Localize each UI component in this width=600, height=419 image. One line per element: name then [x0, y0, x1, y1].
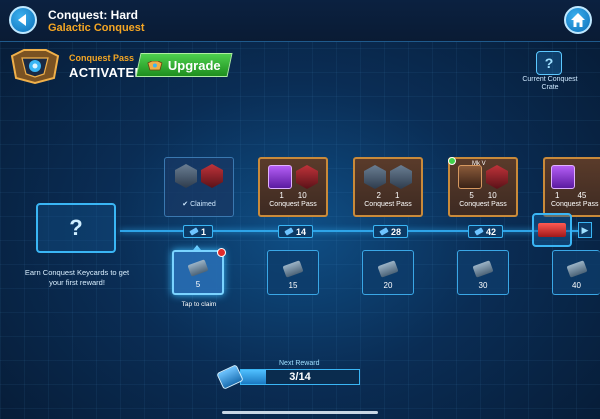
character-shard-icon: [175, 164, 197, 188]
reward-qty: 1: [279, 191, 284, 200]
home-indicator: [222, 411, 378, 414]
tier-node-3: 28: [373, 225, 409, 238]
free-reward-box[interactable]: 20: [362, 250, 414, 295]
start-reward-box: ?: [36, 203, 116, 253]
purple-gear-icon: [551, 165, 575, 189]
conquest-pass-label: Conquest Pass: [69, 53, 135, 63]
mod-mark-label: Mk V: [472, 161, 486, 167]
tier-keycard-count: 28: [391, 226, 402, 237]
free-reward-box[interactable]: 30: [457, 250, 509, 295]
conquest-pass-tag: Conquest Pass: [269, 201, 317, 208]
tier-card-pass[interactable]: 1 45 Conquest Pass: [543, 157, 600, 217]
next-reward-progress-bar: 3/14: [240, 369, 360, 385]
free-reward-box-active[interactable]: 5: [172, 248, 226, 295]
checkmark-icon: ✔: [182, 201, 189, 208]
reward-qty: 2: [376, 191, 381, 200]
reward-qty: 20: [383, 281, 393, 290]
current-conquest-crate-label: Current Conquest Crate: [522, 76, 578, 91]
conquest-pass-icon: [147, 60, 163, 70]
milestone-crate[interactable]: [532, 213, 572, 247]
notification-dot: [217, 248, 226, 257]
reward-qty: 5: [195, 280, 201, 289]
reward-qty: 10: [297, 191, 307, 200]
tier-card-pass[interactable]: 1 10 Conquest Pass: [258, 157, 328, 217]
question-mark-icon: ?: [544, 55, 554, 71]
keycard-icon: [379, 227, 389, 236]
tap-to-claim-label: Tap to claim: [181, 301, 217, 308]
progress-text: 3/14: [289, 371, 311, 383]
conquest-pass-emblem: [10, 49, 60, 84]
reward-qty: 5: [469, 191, 474, 200]
back-arrow-icon: [18, 14, 26, 26]
current-conquest-crate-button[interactable]: ?: [536, 51, 562, 75]
conquest-pass-tag: Conquest Pass: [364, 201, 412, 208]
upgrade-label: Upgrade: [168, 57, 221, 73]
keycard-icon: [284, 227, 294, 236]
header-bar: Conquest: Hard Galactic Conquest: [0, 0, 600, 42]
keycard-icon: [474, 227, 484, 236]
tier-node-4: 42: [468, 225, 504, 238]
tier-node-2: 14: [278, 225, 314, 238]
upgrade-button[interactable]: Upgrade: [135, 53, 233, 77]
scroll-right-button[interactable]: ▶: [578, 222, 592, 238]
keycard-icon: [189, 227, 199, 236]
reward-qty: 15: [288, 281, 298, 290]
claimed-label: ✔ Claimed: [182, 201, 216, 208]
tier-node-1: 1: [183, 225, 214, 238]
character-shard-icon: [486, 165, 508, 189]
question-mark-icon: ?: [69, 215, 83, 240]
start-instructions: Earn Conquest Keycards to get your first…: [24, 268, 130, 287]
back-button[interactable]: [9, 6, 37, 34]
keycard-bundle-icon: [282, 260, 304, 278]
purple-gear-icon: [268, 165, 292, 189]
free-reward-box[interactable]: 15: [267, 250, 319, 295]
conquest-pass-tag: Conquest Pass: [459, 201, 507, 208]
conquest-pass-status: ACTIVATED: [69, 65, 145, 80]
character-shard-icon: [201, 164, 223, 188]
new-indicator-dot: [448, 157, 456, 165]
page-title: Conquest: Hard: [48, 8, 138, 22]
tier-card-pass[interactable]: 2 1 Conquest Pass: [353, 157, 423, 217]
reward-qty: 45: [577, 191, 587, 200]
home-icon: [571, 13, 585, 27]
mod-icon: [458, 165, 482, 189]
keycard-bundle-icon: [377, 260, 399, 278]
next-reward-label: Next Reward: [279, 360, 320, 367]
reward-qty: 1: [555, 191, 560, 200]
conquest-pass-tag: Conquest Pass: [551, 201, 599, 208]
character-shard-icon: [390, 165, 412, 189]
reward-qty: 10: [487, 191, 497, 200]
free-reward-box[interactable]: 40: [552, 250, 600, 295]
character-shard-icon: [364, 165, 386, 189]
reward-qty: 40: [572, 281, 581, 290]
reward-qty: 30: [478, 281, 488, 290]
reward-qty: 1: [395, 191, 400, 200]
tier-keycard-count: 14: [296, 226, 307, 237]
character-shard-icon: [296, 165, 318, 189]
crate-icon: [538, 223, 566, 237]
home-button[interactable]: [564, 6, 592, 34]
tier-keycard-count: 1: [201, 226, 207, 237]
page-subtitle: Galactic Conquest: [48, 22, 145, 34]
keycard-bundle-icon: [472, 260, 494, 278]
tier-keycard-count: 42: [486, 226, 497, 237]
keycard-bundle-icon: [187, 259, 209, 277]
tier-card-claimed[interactable]: ✔ Claimed: [164, 157, 234, 217]
tier-card-pass[interactable]: Mk V 5 10 Conquest Pass: [448, 157, 518, 217]
keycard-bundle-icon: [565, 260, 588, 278]
chevron-right-icon: ▶: [581, 224, 589, 235]
